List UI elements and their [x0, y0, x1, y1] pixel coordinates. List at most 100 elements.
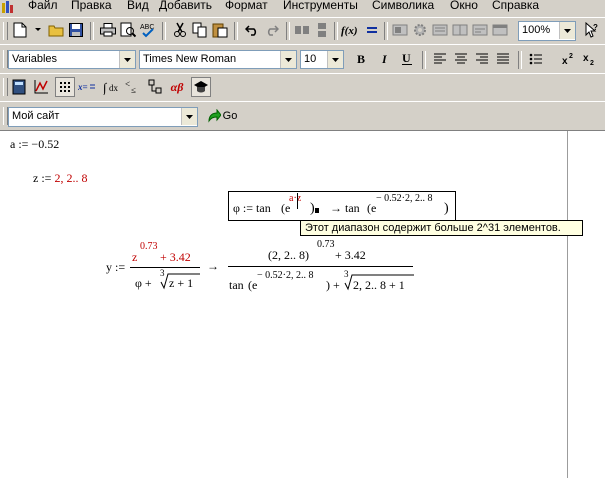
help-button[interactable] [450, 20, 470, 40]
chevron-down-icon [327, 51, 343, 68]
new-document-button[interactable] [10, 20, 30, 40]
go-button[interactable]: Go [205, 106, 239, 126]
menu-edit[interactable]: Правка [71, 0, 112, 12]
svg-text:x=: x= [78, 82, 88, 92]
calculator-icon [12, 79, 26, 95]
greek-palette-button[interactable]: αβ [167, 77, 187, 97]
align-down-button[interactable] [312, 20, 332, 40]
go-arrow-icon [208, 109, 221, 123]
insert-component-button[interactable] [390, 20, 410, 40]
subscript-icon: x2 [583, 53, 594, 66]
y-fraction-bar [130, 267, 200, 268]
y-denominator-phi: φ + [135, 276, 152, 290]
align-across-button[interactable] [292, 20, 312, 40]
italic-button[interactable]: I [375, 49, 395, 69]
new-dropdown-button[interactable] [28, 20, 48, 40]
spell-check-icon: ABC [140, 24, 154, 38]
zoom-select[interactable]: 100% [518, 21, 576, 41]
svg-text:2: 2 [590, 60, 594, 66]
calculus-palette-button[interactable]: ∫ dx [101, 77, 121, 97]
cut-button[interactable] [170, 20, 190, 40]
help-pointer-button[interactable]: ? [582, 20, 602, 40]
menu-tools[interactable]: Инструменты [283, 0, 358, 12]
function-fx-icon: f(x) [341, 25, 358, 37]
style-select[interactable]: Variables [8, 50, 136, 69]
bullets-button[interactable] [526, 49, 546, 69]
superscript-button[interactable]: x2 [559, 49, 579, 69]
svg-text:f(x): f(x) [341, 25, 358, 37]
align-right-button[interactable] [472, 49, 492, 69]
window-button[interactable] [490, 20, 510, 40]
component-icon [392, 24, 408, 36]
calculate-button[interactable] [410, 20, 430, 40]
evaluation-palette-button[interactable]: x= [77, 77, 97, 97]
printer-icon [100, 23, 116, 37]
print-button[interactable] [98, 20, 118, 40]
font-value: Times New Roman [143, 53, 237, 65]
open-button[interactable] [46, 20, 66, 40]
align-left-button[interactable] [430, 49, 450, 69]
resource-center-button[interactable] [430, 20, 450, 40]
menu-view[interactable]: Вид [127, 0, 149, 12]
menu-help[interactable]: Справка [492, 0, 539, 12]
range-warning-tooltip: Этот диапазон содержит больше 2^31 элеме… [300, 220, 583, 236]
menu-symbolics[interactable]: Символика [372, 0, 434, 12]
go-label: Go [222, 110, 238, 122]
graph-palette-button[interactable] [31, 77, 51, 97]
svg-text:x: x [583, 53, 589, 64]
copy-icon [192, 22, 207, 38]
menu-insert[interactable]: Добавить [159, 0, 212, 12]
insert-function-button[interactable]: f(x) [340, 20, 360, 40]
paste-button[interactable] [210, 20, 230, 40]
y-numerator-rest: + 3.42 [160, 250, 191, 264]
chevron-down-icon [119, 51, 135, 68]
y-lhs[interactable]: y := [106, 260, 125, 275]
region-z-definition[interactable]: z := 2, 2.. 8 [33, 171, 87, 186]
programming-palette-button[interactable] [145, 77, 165, 97]
save-button[interactable] [66, 20, 86, 40]
trace-button[interactable] [470, 20, 490, 40]
menu-file[interactable]: Файл [28, 0, 58, 12]
calculator-palette-button[interactable] [9, 77, 29, 97]
phi-exponent: a·z [289, 193, 302, 204]
toolbar-grip[interactable] [3, 22, 8, 40]
svg-text:dx: dx [109, 83, 119, 93]
underline-icon: U [402, 52, 412, 65]
copy-button[interactable] [190, 20, 210, 40]
z-range-value: 2, 2.. 8 [54, 171, 88, 185]
symbolic-palette-button[interactable] [191, 77, 211, 97]
region-a-definition[interactable]: a := −0.52 [10, 137, 59, 152]
print-preview-button[interactable] [118, 20, 138, 40]
toolbar-separator [422, 51, 426, 69]
programming-icon [148, 79, 162, 94]
align-center-button[interactable] [451, 49, 471, 69]
boolean-palette-button[interactable]: < ≤ [123, 77, 143, 97]
spell-check-button[interactable]: ABC [138, 20, 158, 40]
toolbar-separator [384, 22, 388, 40]
font-select[interactable]: Times New Roman [139, 50, 297, 69]
undo-button[interactable] [242, 20, 262, 40]
y-denominator-root: z + 1 [169, 276, 194, 290]
toolbar-grip[interactable] [3, 78, 8, 96]
worksheet[interactable]: a := −0.52 z := 2, 2.. 8 [0, 130, 605, 478]
menu-format[interactable]: Формат [225, 0, 268, 12]
save-disk-icon [69, 23, 83, 37]
phi-result-exponent: − 0.52·2, 2.. 8 [376, 193, 433, 204]
redo-button[interactable] [262, 20, 282, 40]
zoom-value: 100% [522, 24, 551, 36]
menu-window[interactable]: Окно [450, 0, 478, 12]
resource-site-select[interactable]: Мой сайт [8, 107, 198, 127]
font-size-select[interactable]: 10 [300, 50, 344, 69]
underline-button[interactable]: U [397, 49, 417, 69]
style-value: Variables [12, 53, 58, 65]
superscript-icon: x2 [562, 53, 573, 66]
trace-icon [472, 24, 488, 36]
justify-button[interactable] [493, 49, 513, 69]
y-result-num-base: (2, 2.. 8) [268, 248, 309, 262]
matrix-palette-button[interactable] [55, 77, 75, 97]
bold-button[interactable]: B [352, 49, 372, 69]
insert-unit-button[interactable] [362, 20, 382, 40]
y-result-num-rest: + 3.42 [335, 248, 366, 262]
subscript-button[interactable]: x2 [580, 49, 600, 69]
resources-toolbar: Мой сайт Go [0, 101, 605, 131]
